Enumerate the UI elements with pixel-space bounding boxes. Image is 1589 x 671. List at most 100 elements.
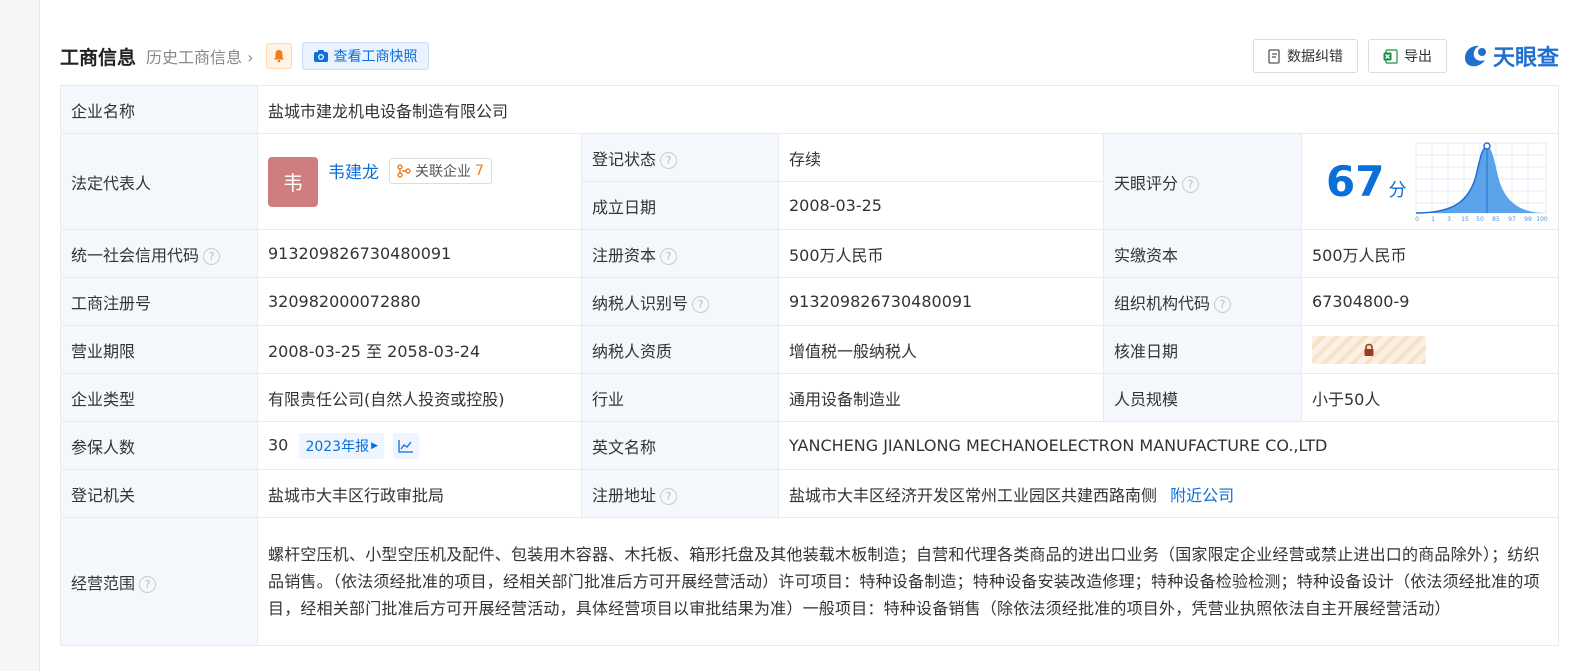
section-title: 工商信息 xyxy=(60,46,137,69)
tick-label: 100 xyxy=(1536,216,1548,223)
staff-size-label: 人员规模 xyxy=(1103,373,1302,422)
reg-authority-value: 盐城市大丰区行政审批局 xyxy=(257,469,582,518)
english-name-label: 英文名称 xyxy=(581,421,779,470)
avatar[interactable]: 韦 xyxy=(268,156,318,207)
company-name-value: 盐城市建龙机电设备制造有限公司 xyxy=(257,85,1559,134)
founded-label: 成立日期 xyxy=(581,181,779,230)
help-icon[interactable]: ? xyxy=(203,247,221,265)
table-row: 经营范围? 螺杆空压机、小型空压机及配件、包装用木容器、木托板、箱形托盘及其他装… xyxy=(60,517,1559,646)
score-marker xyxy=(1483,141,1491,150)
reg-no-value: 320982000072880 xyxy=(257,277,582,326)
taxpayer-id-label-text: 纳税人识别号 xyxy=(592,293,689,313)
monitor-bell-button[interactable] xyxy=(265,43,292,69)
tick-label: 15 xyxy=(1461,216,1469,223)
related-companies-tag[interactable]: 关联企业 7 xyxy=(389,157,492,184)
export-button[interactable]: 导出 xyxy=(1367,39,1447,73)
founded-value: 2008-03-25 xyxy=(778,181,1104,230)
help-icon[interactable]: ? xyxy=(1182,175,1200,193)
reg-authority-label: 登记机关 xyxy=(60,469,258,518)
lock-icon xyxy=(1364,343,1374,356)
score-value: 67 xyxy=(1326,157,1385,206)
company-name-label: 企业名称 xyxy=(60,85,258,134)
industry-label: 行业 xyxy=(581,373,779,422)
tick-label: 50 xyxy=(1476,216,1484,223)
table-row: 统一社会信用代码? 913209826730480091 注册资本? 500万人… xyxy=(60,229,1559,278)
paid-capital-label: 实缴资本 xyxy=(1103,229,1302,278)
table-row: 参保人数 30 2023年报 ▶ 英文名称 YANCHENG JIANLONG M… xyxy=(60,421,1559,470)
staff-size-value: 小于50人 xyxy=(1301,373,1559,422)
snapshot-button[interactable]: 查看工商快照 xyxy=(301,42,429,70)
help-icon[interactable]: ? xyxy=(139,575,157,593)
approve-date-cell xyxy=(1301,325,1559,374)
org-code-value: 67304800-9 xyxy=(1301,277,1559,326)
help-icon[interactable]: ? xyxy=(660,151,678,169)
logo-text: 天眼查 xyxy=(1492,46,1559,71)
section-header: 工商信息 历史工商信息 › 查看工商快照 数据纠错 导出 天眼查 xyxy=(60,38,1559,74)
reg-no-label: 工商注册号 xyxy=(60,277,258,326)
excel-icon xyxy=(1383,48,1398,64)
term-label: 营业期限 xyxy=(60,325,258,374)
table-row: 登记机关 盐城市大丰区行政审批局 注册地址? 盐城市大丰区经济开发区常州工业园区… xyxy=(60,469,1559,518)
credit-code-label: 统一社会信用代码? xyxy=(60,229,258,278)
score-cell[interactable]: 67 分 0 1 3 15 50 85 97 99 100 xyxy=(1301,133,1559,230)
caret-right-icon: ▶ xyxy=(371,440,379,451)
legal-rep-cell: 韦 韦建龙 关联企业 7 xyxy=(257,133,582,230)
taxpayer-type-value: 增值税一般纳税人 xyxy=(778,325,1104,374)
relation-icon xyxy=(397,163,411,178)
org-code-label: 组织机构代码? xyxy=(1103,277,1302,326)
scope-value: 螺杆空压机、小型空压机及配件、包装用木容器、木托板、箱形托盘及其他装载木板制造；… xyxy=(257,517,1559,646)
company-type-label: 企业类型 xyxy=(60,373,258,422)
tianyancha-logo: 天眼查 xyxy=(1463,40,1559,72)
snapshot-label: 查看工商快照 xyxy=(333,49,418,65)
related-label: 关联企业 xyxy=(415,163,471,180)
reg-address-label: 注册地址? xyxy=(581,469,779,518)
approve-date-label: 核准日期 xyxy=(1103,325,1302,374)
data-correct-label: 数据纠错 xyxy=(1286,49,1343,65)
left-rail xyxy=(0,0,40,671)
paid-capital-value: 500万人民币 xyxy=(1301,229,1559,278)
reg-status-label-text: 登记状态 xyxy=(592,149,657,169)
logo-mark-icon xyxy=(1464,45,1486,67)
help-icon[interactable]: ? xyxy=(692,295,710,313)
help-icon[interactable]: ? xyxy=(660,247,678,265)
table-row: 工商注册号 320982000072880 纳税人识别号? 9132098267… xyxy=(60,277,1559,326)
locked-value[interactable] xyxy=(1312,335,1426,364)
org-code-label-text: 组织机构代码 xyxy=(1114,293,1211,313)
taxpayer-id-label: 纳税人识别号? xyxy=(581,277,779,326)
history-link[interactable]: 历史工商信息 › xyxy=(146,44,254,68)
help-icon[interactable]: ? xyxy=(660,487,678,505)
tick-label: 97 xyxy=(1508,216,1516,223)
tick-label: 85 xyxy=(1492,216,1500,223)
annual-report-label: 2023年报 xyxy=(305,438,370,455)
nearby-companies-link[interactable]: 附近公司 xyxy=(1170,486,1234,505)
reg-capital-label-text: 注册资本 xyxy=(592,245,657,265)
table-row: 法定代表人 韦 韦建龙 关联企业 7 登记状态? 存续 天眼评分? 67 分 0… xyxy=(60,133,1559,230)
data-correct-button[interactable]: 数据纠错 xyxy=(1252,39,1358,73)
reg-address-cell: 盐城市大丰区经济开发区常州工业园区共建西路南侧 附近公司 xyxy=(778,469,1559,518)
help-icon[interactable]: ? xyxy=(1214,295,1232,313)
reg-address-value: 盐城市大丰区经济开发区常州工业园区共建西路南侧 xyxy=(789,485,1158,505)
reg-address-label-text: 注册地址 xyxy=(592,485,657,505)
camera-icon xyxy=(313,50,328,62)
table-row: 企业名称 盐城市建龙机电设备制造有限公司 xyxy=(60,85,1559,134)
taxpayer-id-value: 913209826730480091 xyxy=(778,277,1104,326)
legal-rep-name-link[interactable]: 韦建龙 xyxy=(328,158,379,183)
reg-capital-value: 500万人民币 xyxy=(778,229,1104,278)
tick-label: 1 xyxy=(1431,216,1435,223)
credit-code-value: 913209826730480091 xyxy=(257,229,582,278)
line-chart-icon xyxy=(398,439,414,453)
taxpayer-type-label: 纳税人资质 xyxy=(581,325,779,374)
document-edit-icon xyxy=(1268,48,1280,64)
bell-icon xyxy=(273,50,284,63)
score-unit: 分 xyxy=(1388,180,1407,201)
trend-chart-button[interactable] xyxy=(393,432,420,459)
reg-status-value: 存续 xyxy=(778,133,1104,182)
insured-cell: 30 2023年报 ▶ xyxy=(257,421,582,470)
reg-status-label: 登记状态? xyxy=(581,133,779,182)
history-label: 历史工商信息 xyxy=(146,48,243,67)
scope-label-text: 经营范围 xyxy=(71,573,136,593)
annual-report-link[interactable]: 2023年报 ▶ xyxy=(299,432,385,459)
scope-label: 经营范围? xyxy=(60,517,258,646)
chevron-right-icon: › xyxy=(242,48,254,67)
table-row: 营业期限 2008-03-25 至 2058-03-24 纳税人资质 增值税一般… xyxy=(60,325,1559,374)
